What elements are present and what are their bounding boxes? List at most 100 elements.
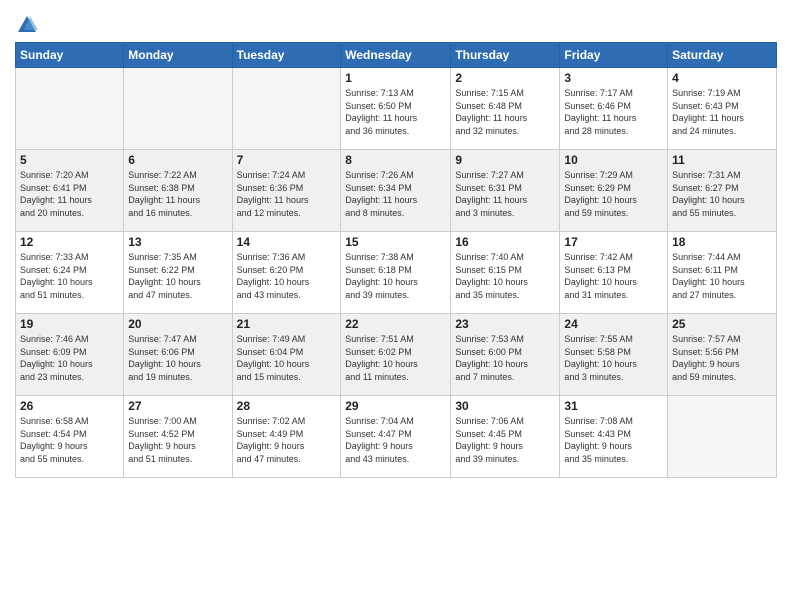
day-info: Sunrise: 7:46 AM Sunset: 6:09 PM Dayligh… xyxy=(20,333,119,383)
calendar-cell: 22 Sunrise: 7:51 AM Sunset: 6:02 PM Dayli… xyxy=(341,314,451,396)
calendar-header-row: SundayMondayTuesdayWednesdayThursdayFrid… xyxy=(16,43,777,68)
day-number: 10 xyxy=(564,153,663,167)
day-number: 30 xyxy=(455,399,555,413)
day-number: 15 xyxy=(345,235,446,249)
calendar-day-header: Saturday xyxy=(668,43,777,68)
calendar-cell xyxy=(668,396,777,478)
calendar-cell: 12 Sunrise: 7:33 AM Sunset: 6:24 PM Dayli… xyxy=(16,232,124,314)
calendar-cell: 17Sunrise: 7:42 AM Sunset: 6:13 PM Dayli… xyxy=(560,232,668,314)
calendar-cell: 24 Sunrise: 7:55 AM Sunset: 5:58 PM Dayli… xyxy=(560,314,668,396)
day-info: Sunrise: 7:06 AM Sunset: 4:45 PM Dayligh… xyxy=(455,415,555,465)
calendar-cell: 9 Sunrise: 7:27 AM Sunset: 6:31 PM Daylig… xyxy=(451,150,560,232)
day-number: 14 xyxy=(237,235,337,249)
day-number: 22 xyxy=(345,317,446,331)
day-info: Sunrise: 7:49 AM Sunset: 6:04 PM Dayligh… xyxy=(237,333,337,383)
calendar-cell: 10 Sunrise: 7:29 AM Sunset: 6:29 PM Dayli… xyxy=(560,150,668,232)
day-info: Sunrise: 7:20 AM Sunset: 6:41 PM Dayligh… xyxy=(20,169,119,219)
calendar-cell: 20 Sunrise: 7:47 AM Sunset: 6:06 PM Dayli… xyxy=(124,314,232,396)
calendar-cell: 16 Sunrise: 7:40 AM Sunset: 6:15 PM Dayli… xyxy=(451,232,560,314)
day-number: 12 xyxy=(20,235,119,249)
calendar-cell: 18Sunrise: 7:44 AM Sunset: 6:11 PM Dayli… xyxy=(668,232,777,314)
calendar-cell: 2 Sunrise: 7:15 AM Sunset: 6:48 PM Daylig… xyxy=(451,68,560,150)
day-number: 11 xyxy=(672,153,772,167)
header xyxy=(15,10,777,36)
calendar-cell xyxy=(124,68,232,150)
calendar-table: SundayMondayTuesdayWednesdayThursdayFrid… xyxy=(15,42,777,478)
logo-icon xyxy=(16,14,38,36)
day-info: Sunrise: 7:31 AM Sunset: 6:27 PM Dayligh… xyxy=(672,169,772,219)
day-info: Sunrise: 7:40 AM Sunset: 6:15 PM Dayligh… xyxy=(455,251,555,301)
calendar-cell: 29Sunrise: 7:04 AM Sunset: 4:47 PM Dayli… xyxy=(341,396,451,478)
day-info: Sunrise: 7:44 AM Sunset: 6:11 PM Dayligh… xyxy=(672,251,772,301)
calendar-cell: 11 Sunrise: 7:31 AM Sunset: 6:27 PM Dayli… xyxy=(668,150,777,232)
calendar-cell: 23 Sunrise: 7:53 AM Sunset: 6:00 PM Dayli… xyxy=(451,314,560,396)
calendar-cell: 28 Sunrise: 7:02 AM Sunset: 4:49 PM Dayli… xyxy=(232,396,341,478)
calendar-week-row: 26Sunrise: 6:58 AM Sunset: 4:54 PM Dayli… xyxy=(16,396,777,478)
day-number: 19 xyxy=(20,317,119,331)
day-info: Sunrise: 7:22 AM Sunset: 6:38 PM Dayligh… xyxy=(128,169,227,219)
day-info: Sunrise: 7:00 AM Sunset: 4:52 PM Dayligh… xyxy=(128,415,227,465)
day-number: 25 xyxy=(672,317,772,331)
day-number: 26 xyxy=(20,399,119,413)
calendar-cell: 6 Sunrise: 7:22 AM Sunset: 6:38 PM Daylig… xyxy=(124,150,232,232)
day-number: 27 xyxy=(128,399,227,413)
day-info: Sunrise: 7:47 AM Sunset: 6:06 PM Dayligh… xyxy=(128,333,227,383)
day-number: 3 xyxy=(564,71,663,85)
day-info: Sunrise: 7:55 AM Sunset: 5:58 PM Dayligh… xyxy=(564,333,663,383)
day-number: 20 xyxy=(128,317,227,331)
calendar-cell: 25 Sunrise: 7:57 AM Sunset: 5:56 PM Dayli… xyxy=(668,314,777,396)
calendar-cell: 8 Sunrise: 7:26 AM Sunset: 6:34 PM Daylig… xyxy=(341,150,451,232)
calendar-week-row: 19 Sunrise: 7:46 AM Sunset: 6:09 PM Dayli… xyxy=(16,314,777,396)
day-info: Sunrise: 7:42 AM Sunset: 6:13 PM Dayligh… xyxy=(564,251,663,301)
calendar-cell: 15 Sunrise: 7:38 AM Sunset: 6:18 PM Dayli… xyxy=(341,232,451,314)
day-info: Sunrise: 7:33 AM Sunset: 6:24 PM Dayligh… xyxy=(20,251,119,301)
day-info: Sunrise: 7:24 AM Sunset: 6:36 PM Dayligh… xyxy=(237,169,337,219)
day-number: 28 xyxy=(237,399,337,413)
day-info: Sunrise: 7:17 AM Sunset: 6:46 PM Dayligh… xyxy=(564,87,663,137)
day-number: 2 xyxy=(455,71,555,85)
day-info: Sunrise: 7:57 AM Sunset: 5:56 PM Dayligh… xyxy=(672,333,772,383)
day-info: Sunrise: 7:27 AM Sunset: 6:31 PM Dayligh… xyxy=(455,169,555,219)
calendar-day-header: Wednesday xyxy=(341,43,451,68)
logo-area xyxy=(15,10,42,36)
day-number: 4 xyxy=(672,71,772,85)
day-number: 7 xyxy=(237,153,337,167)
calendar-cell: 31Sunrise: 7:08 AM Sunset: 4:43 PM Dayli… xyxy=(560,396,668,478)
day-info: Sunrise: 7:36 AM Sunset: 6:20 PM Dayligh… xyxy=(237,251,337,301)
calendar-cell: 26Sunrise: 6:58 AM Sunset: 4:54 PM Dayli… xyxy=(16,396,124,478)
day-number: 13 xyxy=(128,235,227,249)
day-info: Sunrise: 7:26 AM Sunset: 6:34 PM Dayligh… xyxy=(345,169,446,219)
calendar-day-header: Thursday xyxy=(451,43,560,68)
day-info: Sunrise: 7:35 AM Sunset: 6:22 PM Dayligh… xyxy=(128,251,227,301)
day-number: 8 xyxy=(345,153,446,167)
day-number: 16 xyxy=(455,235,555,249)
day-number: 24 xyxy=(564,317,663,331)
calendar-cell: 19 Sunrise: 7:46 AM Sunset: 6:09 PM Dayli… xyxy=(16,314,124,396)
calendar-cell: 1Sunrise: 7:13 AM Sunset: 6:50 PM Daylig… xyxy=(341,68,451,150)
calendar-cell: 4 Sunrise: 7:19 AM Sunset: 6:43 PM Daylig… xyxy=(668,68,777,150)
day-info: Sunrise: 7:02 AM Sunset: 4:49 PM Dayligh… xyxy=(237,415,337,465)
calendar-day-header: Tuesday xyxy=(232,43,341,68)
day-info: Sunrise: 7:13 AM Sunset: 6:50 PM Dayligh… xyxy=(345,87,446,137)
day-info: Sunrise: 7:15 AM Sunset: 6:48 PM Dayligh… xyxy=(455,87,555,137)
calendar-cell xyxy=(232,68,341,150)
day-info: Sunrise: 7:19 AM Sunset: 6:43 PM Dayligh… xyxy=(672,87,772,137)
calendar-page: SundayMondayTuesdayWednesdayThursdayFrid… xyxy=(0,0,792,612)
day-info: Sunrise: 7:51 AM Sunset: 6:02 PM Dayligh… xyxy=(345,333,446,383)
day-info: Sunrise: 7:53 AM Sunset: 6:00 PM Dayligh… xyxy=(455,333,555,383)
calendar-day-header: Monday xyxy=(124,43,232,68)
calendar-cell: 3 Sunrise: 7:17 AM Sunset: 6:46 PM Daylig… xyxy=(560,68,668,150)
day-info: Sunrise: 7:38 AM Sunset: 6:18 PM Dayligh… xyxy=(345,251,446,301)
day-number: 23 xyxy=(455,317,555,331)
day-number: 9 xyxy=(455,153,555,167)
calendar-cell: 21Sunrise: 7:49 AM Sunset: 6:04 PM Dayli… xyxy=(232,314,341,396)
day-info: Sunrise: 7:29 AM Sunset: 6:29 PM Dayligh… xyxy=(564,169,663,219)
day-number: 6 xyxy=(128,153,227,167)
calendar-day-header: Friday xyxy=(560,43,668,68)
calendar-day-header: Sunday xyxy=(16,43,124,68)
day-number: 31 xyxy=(564,399,663,413)
calendar-week-row: 12 Sunrise: 7:33 AM Sunset: 6:24 PM Dayli… xyxy=(16,232,777,314)
calendar-cell: 13 Sunrise: 7:35 AM Sunset: 6:22 PM Dayli… xyxy=(124,232,232,314)
calendar-cell: 14 Sunrise: 7:36 AM Sunset: 6:20 PM Dayli… xyxy=(232,232,341,314)
calendar-cell: 7 Sunrise: 7:24 AM Sunset: 6:36 PM Daylig… xyxy=(232,150,341,232)
